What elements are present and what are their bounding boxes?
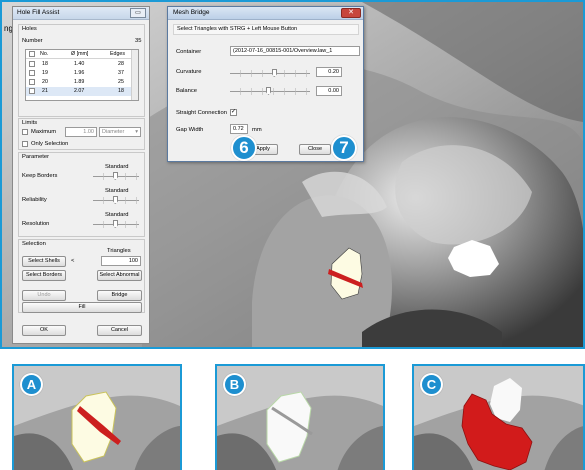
- pin-icon[interactable]: ▭: [130, 8, 146, 18]
- holes-label: Holes: [22, 26, 37, 32]
- marker-7: 7: [331, 135, 357, 161]
- fill-button[interactable]: Fill: [22, 302, 142, 313]
- keep-borders-label: Keep Borders: [22, 173, 58, 179]
- row-edges: 28: [118, 61, 124, 67]
- undo-button[interactable]: Undo: [22, 290, 66, 301]
- gap-width-label: Gap Width: [176, 127, 204, 133]
- unit-select[interactable]: Diameter ▾: [99, 127, 141, 137]
- select-shells-button[interactable]: Select Shells: [22, 256, 66, 267]
- hole-fill-assist-panel: Hole Fill Assist ▭ Holes Number 35 No. Ø…: [12, 6, 150, 344]
- col-no: No.: [40, 51, 49, 57]
- hfa-titlebar[interactable]: Hole Fill Assist ▭: [13, 7, 149, 20]
- balance-slider[interactable]: [230, 87, 310, 95]
- slider-thumb[interactable]: [113, 196, 118, 204]
- hfa-title: Hole Fill Assist: [17, 9, 60, 16]
- table-row[interactable]: 19 1.96 37: [26, 69, 138, 78]
- row-edges: 25: [118, 79, 124, 85]
- container-field[interactable]: (2012-07-16_00815-001/Overview.law_1: [230, 46, 360, 56]
- row-no: 18: [42, 61, 48, 67]
- table-row[interactable]: 21 2.07 18: [26, 87, 138, 96]
- slider-thumb[interactable]: [113, 172, 118, 180]
- curvature-input[interactable]: 0.20: [316, 67, 342, 77]
- row-dia: 1.96: [74, 70, 85, 76]
- row-dia: 1.89: [74, 79, 85, 85]
- less-than-sign: <: [71, 258, 75, 264]
- number-label: Number: [22, 38, 43, 44]
- marker-a: A: [20, 373, 43, 396]
- reliability-slider[interactable]: [93, 196, 139, 204]
- maximum-label: Maximum: [31, 129, 57, 135]
- bridge-button[interactable]: Bridge: [97, 290, 142, 301]
- unit-select-value: Diameter: [102, 129, 125, 135]
- straight-connection-checkbox[interactable]: ✓: [230, 109, 237, 116]
- keep-borders-slider[interactable]: [93, 172, 139, 180]
- reliability-label: Reliability: [22, 197, 47, 203]
- table-header: No. Ø [mm] Edges: [26, 50, 138, 59]
- only-selection-checkbox[interactable]: [22, 141, 28, 147]
- curvature-slider[interactable]: [230, 69, 310, 77]
- container-label: Container: [176, 49, 202, 55]
- parameter-label: Parameter: [22, 154, 50, 160]
- maximum-checkbox[interactable]: [22, 129, 28, 135]
- row-dia: 1.40: [74, 61, 85, 67]
- marker-c: C: [420, 373, 443, 396]
- straight-connection-label: Straight Connection: [176, 110, 227, 116]
- panel-a: A: [12, 364, 182, 470]
- selection-hint: Select Triangles with STRG + Left Mouse …: [173, 24, 359, 35]
- col-diameter: Ø [mm]: [71, 51, 89, 57]
- row-checkbox[interactable]: [29, 61, 35, 67]
- main-screenshot: ng Hole Fill Assist ▭ Holes Number 35 No…: [0, 0, 585, 349]
- mesh-bridge-title: Mesh Bridge: [173, 9, 210, 16]
- gap-width-input[interactable]: 0.72: [230, 124, 248, 134]
- curvature-label: Curvature: [176, 69, 202, 75]
- balance-input[interactable]: 0.00: [316, 86, 342, 96]
- table-row[interactable]: 20 1.89 25: [26, 78, 138, 87]
- selection-label: Selection: [22, 241, 46, 247]
- table-scrollbar[interactable]: [131, 50, 138, 100]
- balance-label: Balance: [176, 88, 197, 94]
- slider-thumb[interactable]: [266, 87, 271, 95]
- close-icon[interactable]: ✕: [341, 8, 361, 18]
- resolution-value: Standard: [105, 212, 129, 218]
- row-no: 20: [42, 79, 48, 85]
- close-button[interactable]: Close: [299, 144, 331, 155]
- panel-c: C: [412, 364, 585, 470]
- row-no: 21: [42, 88, 48, 94]
- select-borders-button[interactable]: Select Borders: [22, 270, 66, 281]
- row-checkbox[interactable]: [29, 88, 35, 94]
- reliability-value: Standard: [105, 188, 129, 194]
- select-abnormal-button[interactable]: Select Abnormal: [97, 270, 142, 281]
- keep-borders-value: Standard: [105, 164, 129, 170]
- marker-b: B: [223, 373, 246, 396]
- triangles-input[interactable]: 100: [101, 256, 141, 266]
- row-no: 19: [42, 70, 48, 76]
- row-checkbox[interactable]: [29, 79, 35, 85]
- cancel-button[interactable]: Cancel: [97, 325, 142, 336]
- slider-thumb[interactable]: [272, 69, 277, 77]
- row-checkbox[interactable]: [29, 70, 35, 76]
- panel-b: B: [215, 364, 385, 470]
- row-edges: 37: [118, 70, 124, 76]
- number-value: 35: [135, 38, 142, 44]
- limits-label: Limits: [22, 120, 38, 126]
- table-row[interactable]: 18 1.40 28: [26, 60, 138, 69]
- col-edges: Edges: [110, 51, 126, 57]
- only-selection-label: Only Selection: [31, 141, 69, 147]
- holes-table: No. Ø [mm] Edges 18 1.40 28 19 1.96 37 2…: [25, 49, 139, 101]
- resolution-slider[interactable]: [93, 220, 139, 228]
- marker-6: 6: [231, 135, 257, 161]
- row-dia: 2.07: [74, 88, 85, 94]
- select-all-checkbox[interactable]: [29, 51, 35, 57]
- maximum-input[interactable]: 1.00: [65, 127, 97, 137]
- resolution-label: Resolution: [22, 221, 50, 227]
- ok-button[interactable]: OK: [22, 325, 66, 336]
- slider-thumb[interactable]: [113, 220, 118, 228]
- chevron-down-icon: ▾: [135, 129, 138, 135]
- mesh-bridge-titlebar[interactable]: Mesh Bridge ✕: [168, 7, 363, 20]
- triangles-label: Triangles: [107, 248, 131, 254]
- gap-width-unit: mm: [252, 127, 262, 133]
- row-edges: 18: [118, 88, 124, 94]
